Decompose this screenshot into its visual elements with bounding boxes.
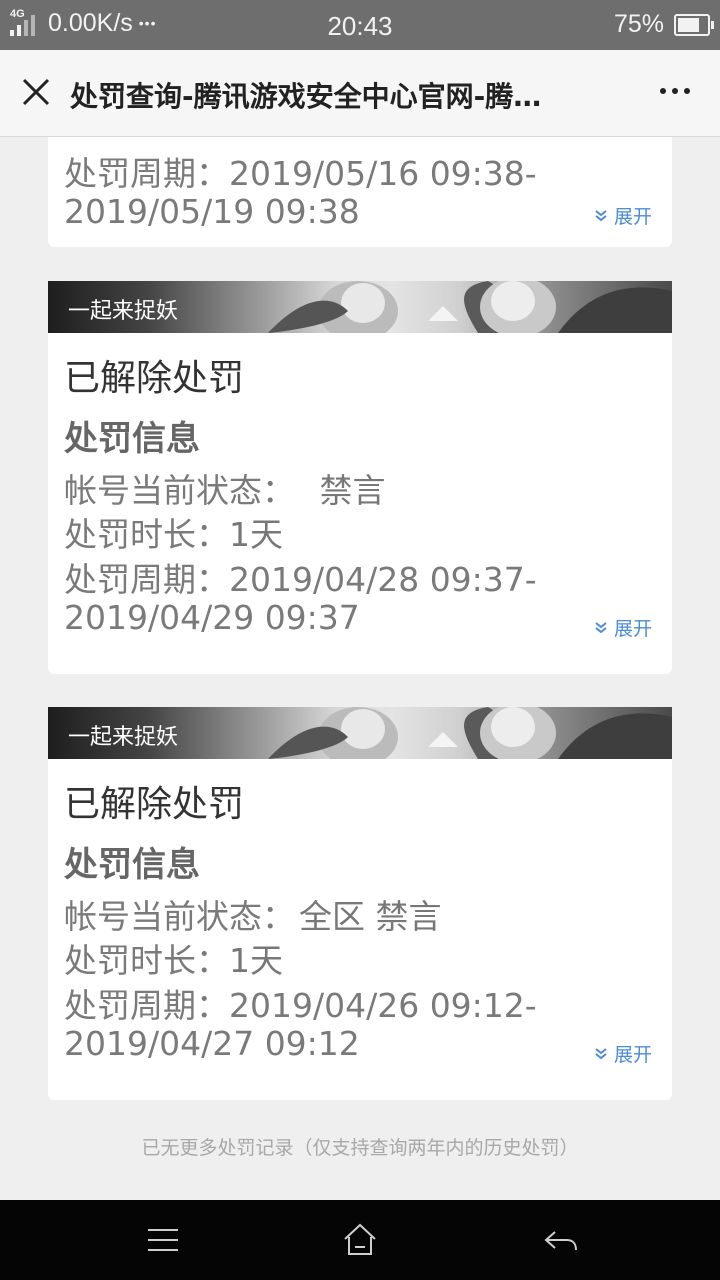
status-right: 75% [613, 10, 714, 39]
nav-home-button[interactable] [340, 1220, 380, 1260]
chevron-double-down-icon [595, 209, 607, 221]
close-button[interactable] [18, 74, 54, 110]
system-nav-bar [0, 1200, 720, 1280]
page-title: 处罚查询-腾讯游戏安全中心官网-腾… [70, 80, 542, 113]
chevron-double-down-icon [595, 1047, 607, 1059]
nav-back-button[interactable] [541, 1220, 581, 1260]
chevron-double-down-icon [595, 621, 607, 633]
penalty-status: 已解除处罚 [64, 358, 245, 399]
penalty-card-partial: 处罚周期：2019/05/16 09:38- 2019/05/19 09:38 … [48, 137, 672, 247]
nav-menu-button[interactable] [143, 1220, 183, 1260]
partial-cut-row [64, 137, 75, 141]
duration-value: 1天 [229, 941, 283, 980]
more-dots-icon [660, 88, 666, 94]
penalty-card: 一起来捉妖 已解除处罚 处罚信息 帐号当前状态： 全区 禁言 处罚时长：1天 处罚… [48, 707, 672, 1100]
game-art-image [268, 707, 672, 759]
home-icon [344, 1223, 376, 1255]
account-status-row: 帐号当前状态： 禁言 [64, 471, 386, 510]
more-button[interactable] [660, 88, 690, 94]
game-banner: 一起来捉妖 [48, 707, 672, 759]
game-art-image [268, 281, 672, 333]
duration-row: 处罚时长：1天 [64, 941, 283, 980]
account-status-value: 全区 禁言 [299, 897, 442, 936]
card-body: 已解除处罚 处罚信息 帐号当前状态： 全区 禁言 处罚时长：1天 处罚周期：201… [48, 759, 672, 1085]
account-status-value: 禁言 [319, 471, 386, 510]
game-banner: 一起来捉妖 [48, 281, 672, 333]
penalty-status: 已解除处罚 [64, 784, 245, 825]
expand-button[interactable]: 展开 [594, 1040, 652, 1067]
penalty-period: 处罚周期：2019/05/16 09:38- 2019/05/19 09:38 [64, 154, 537, 231]
content-scroll[interactable]: 处罚周期：2019/05/16 09:38- 2019/05/19 09:38 … [0, 137, 720, 1200]
back-icon [544, 1231, 577, 1251]
duration-row: 处罚时长：1天 [64, 515, 283, 554]
penalty-card: 一起来捉妖 已解除处罚 处罚信息 帐号当前状态： 禁言 处罚时长：1天 处罚周期… [48, 281, 672, 674]
card-body: 已解除处罚 处罚信息 帐号当前状态： 禁言 处罚时长：1天 处罚周期：2019/… [48, 333, 672, 659]
penalty-period: 处罚周期：2019/04/26 09:12- 2019/04/27 09:12 [64, 986, 537, 1063]
game-name: 一起来捉妖 [68, 299, 179, 324]
title-bar: 处罚查询-腾讯游戏安全中心官网-腾… [0, 50, 720, 137]
duration-value: 1天 [229, 515, 283, 554]
account-status-row: 帐号当前状态： 全区 禁言 [64, 897, 442, 936]
menu-icon [148, 1229, 178, 1251]
game-name: 一起来捉妖 [68, 725, 179, 750]
section-title: 处罚信息 [64, 845, 200, 885]
expand-button[interactable]: 展开 [594, 202, 652, 229]
close-icon [22, 78, 50, 106]
status-bar: 4G 0.00K/s ••• 20:43 75% [0, 0, 720, 50]
section-title: 处罚信息 [64, 419, 200, 459]
expand-button[interactable]: 展开 [594, 614, 652, 641]
no-more-records-note: 已无更多处罚记录（仅支持查询两年内的历史处罚） [141, 1137, 579, 1159]
clock: 20:43 [327, 11, 393, 41]
battery-percent: 75% [613, 10, 664, 38]
battery-icon [674, 13, 714, 36]
battery-fill [678, 17, 699, 32]
penalty-period: 处罚周期：2019/04/28 09:37- 2019/04/29 09:37 [64, 560, 537, 637]
